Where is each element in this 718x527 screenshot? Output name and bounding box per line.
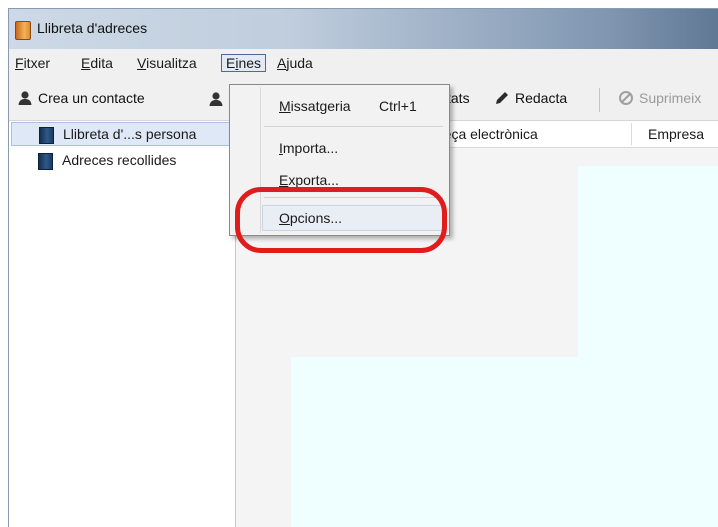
address-book-app-icon [15,21,31,40]
menu-item-messaging[interactable]: Missatgeria [279,96,351,116]
column-separator [631,123,632,145]
compose-button[interactable]: Redacta [494,88,567,108]
new-contact-button[interactable]: Crea un contacte [17,88,145,108]
menu-ajuda[interactable]: Ajuda [273,54,317,72]
menu-item-shortcut: Ctrl+1 [379,98,417,114]
delete-button[interactable]: Suprimeix [618,88,701,108]
delete-label: Suprimeix [639,90,702,106]
sidebar-item-label: Adreces recollides [62,152,177,168]
sidebar-item-personal-address-book[interactable]: Llibreta d'...s persona [11,122,233,146]
address-book-icon [39,127,54,144]
column-email[interactable]: reça electrònica [439,124,538,144]
menu-bar: Fitxer Edita Visualitza Eines Ajuda [9,49,718,76]
highlight-circle [235,187,447,253]
address-book-icon [38,153,53,170]
menu-edita[interactable]: Edita [77,54,117,72]
address-book-window: Llibreta d'adreces Fitxer Edita Visualit… [8,8,718,527]
delete-icon [619,91,633,105]
new-list-icon [209,92,223,106]
toolbar-separator [599,88,600,112]
new-contact-icon [18,91,32,105]
sidebar-item-label: Llibreta d'...s persona [63,126,197,142]
menu-separator [264,126,443,127]
new-contact-label: Crea un contacte [38,90,145,106]
menu-visualitza[interactable]: Visualitza [133,54,201,72]
title-bar[interactable]: Llibreta d'adreces [9,9,718,49]
content-area-lower [291,357,718,527]
sidebar-item-collected-addresses[interactable]: Adreces recollides [11,149,233,173]
menu-fitxer[interactable]: Fitxer [11,54,54,72]
column-company[interactable]: Empresa [648,124,704,144]
menu-item-import[interactable]: Importa... [279,138,338,158]
menu-eines[interactable]: Eines [221,54,267,72]
compose-label: Redacta [515,90,568,106]
properties-button[interactable]: tats [447,88,470,108]
window-title: Llibreta d'adreces [37,20,148,36]
pencil-icon [496,92,508,104]
address-book-list: Llibreta d'...s persona Adreces recollid… [9,121,236,527]
